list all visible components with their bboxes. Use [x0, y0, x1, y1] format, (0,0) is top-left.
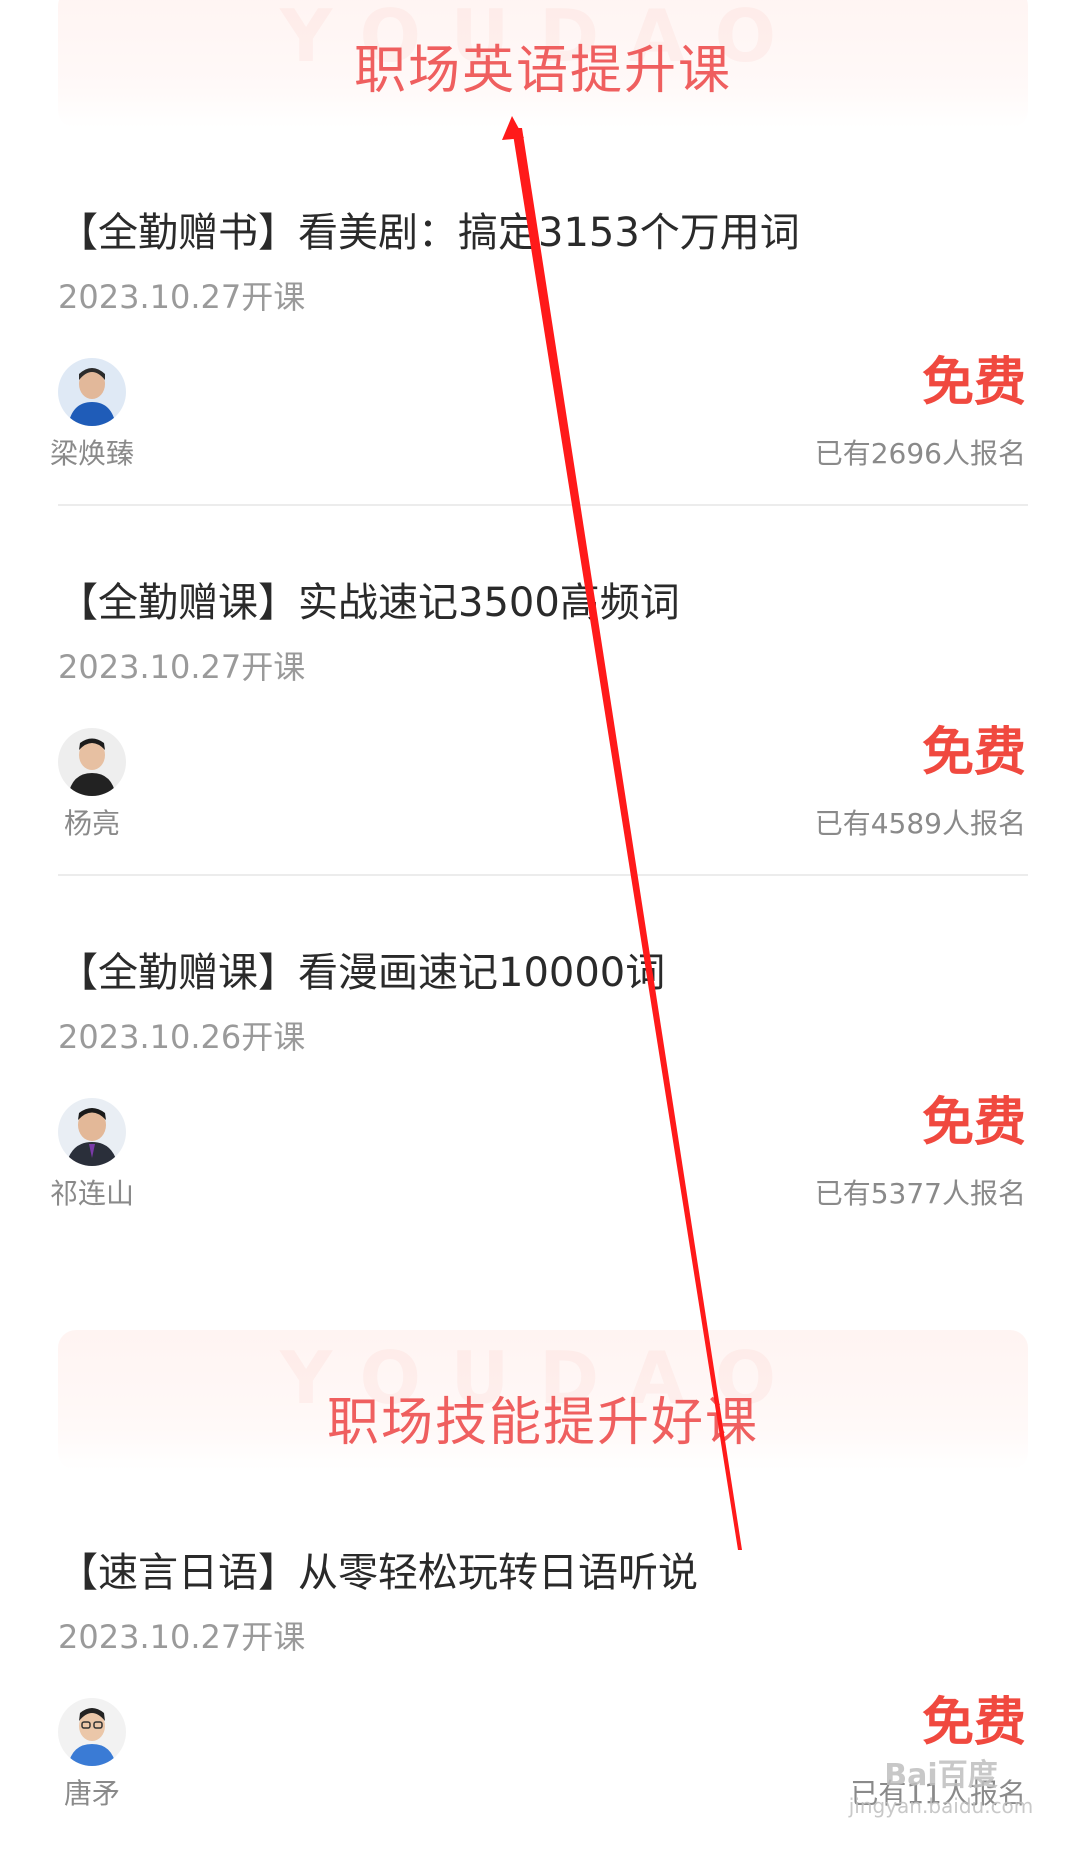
- teacher-name: 祁连山: [49, 1177, 134, 1210]
- teacher-avatar: [58, 1098, 126, 1166]
- baidu-url: jingyan.baidu.com: [848, 1794, 1034, 1818]
- price-label: 免费: [921, 723, 1026, 783]
- course-title: 【速言日语】从零轻松玩转日语听说: [58, 1550, 698, 1596]
- course-card[interactable]: 【全勤赠课】实战速记3500高频词 2023.10.27开课 杨亮 免费 已有4…: [0, 530, 1080, 890]
- teacher-name: 杨亮: [63, 807, 120, 840]
- enrollment-count: 已有2696人报名: [814, 437, 1026, 470]
- price-label: 免费: [921, 1093, 1026, 1153]
- course-start-date: 2023.10.26开课: [58, 1018, 306, 1056]
- section-title: 职场技能提升好课: [326, 1393, 759, 1453]
- price-label: 免费: [921, 353, 1026, 413]
- course-title: 【全勤赠课】看漫画速记10000词: [58, 950, 666, 996]
- teacher-avatar: [58, 358, 126, 426]
- course-card[interactable]: 【全勤赠课】看漫画速记10000词 2023.10.26开课 祁连山 免费 已有…: [0, 900, 1080, 1260]
- course-title: 【全勤赠书】看美剧：搞定3153个万用词: [58, 210, 800, 256]
- baidu-watermark: Bai百度 jingyan.baidu.com: [836, 1750, 1046, 1818]
- price-label: 免费: [921, 1693, 1026, 1753]
- teacher-avatar: [58, 1698, 126, 1766]
- enrollment-count: 已有5377人报名: [814, 1177, 1026, 1210]
- divider: [58, 504, 1028, 506]
- section-header-english: YOUDAO 职场英语提升课: [58, 0, 1028, 128]
- baidu-logo: Bai百度: [884, 1758, 998, 1793]
- teacher-name: 梁焕臻: [49, 437, 134, 470]
- section-header-skills: YOUDAO 职场技能提升好课: [58, 1330, 1028, 1470]
- enrollment-count: 已有4589人报名: [814, 807, 1026, 840]
- divider: [58, 874, 1028, 876]
- course-start-date: 2023.10.27开课: [58, 278, 306, 316]
- course-title: 【全勤赠课】实战速记3500高频词: [58, 580, 680, 626]
- course-start-date: 2023.10.27开课: [58, 648, 306, 686]
- course-start-date: 2023.10.27开课: [58, 1618, 306, 1656]
- teacher-avatar: [58, 728, 126, 796]
- course-card[interactable]: 【全勤赠书】看美剧：搞定3153个万用词 2023.10.27开课 梁焕臻 免费…: [0, 160, 1080, 520]
- teacher-name: 唐矛: [63, 1777, 120, 1810]
- section-title: 职场英语提升课: [353, 41, 732, 101]
